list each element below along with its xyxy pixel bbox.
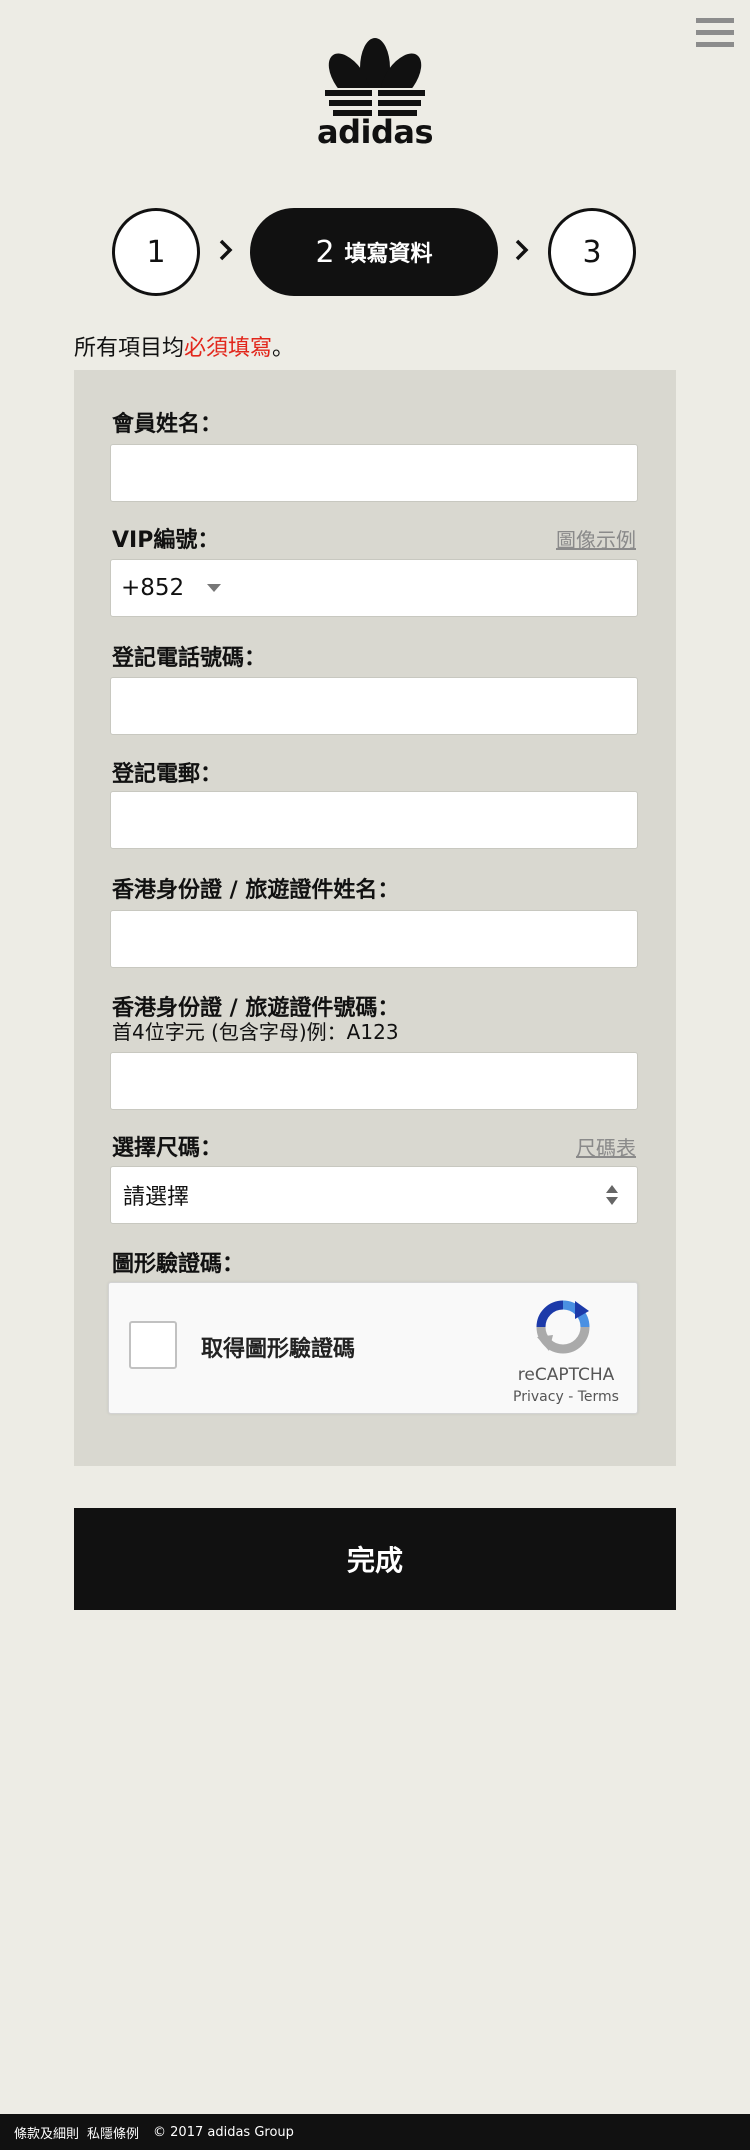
registration-form: 會員姓名： VIP編號： 圖像示例 +852 登記電話號碼： 登記電郵： 香港身… — [74, 370, 676, 1466]
member-name-label: 會員姓名： — [112, 412, 223, 437]
phone-label: 登記電話號碼： — [112, 646, 267, 671]
size-label: 選擇尺碼： — [112, 1136, 223, 1161]
size-select[interactable]: 請選擇 — [110, 1166, 638, 1224]
footer-terms-link[interactable]: 條款及細則 — [14, 2123, 79, 2142]
notice-suffix: 。 — [272, 336, 295, 361]
step-1: 1 — [112, 208, 200, 296]
footer-copyright: © 2017 adidas Group — [153, 2124, 294, 2140]
country-code-select[interactable]: +852 — [121, 560, 222, 616]
recaptcha-logo-icon — [536, 1300, 590, 1354]
phone-field[interactable] — [110, 677, 638, 735]
country-code-value: +852 — [121, 575, 185, 601]
recaptcha-link-separator: - — [563, 1389, 578, 1405]
size-select-value: 請選擇 — [123, 1185, 190, 1210]
recaptcha-brand: reCAPTCHA — [517, 1365, 615, 1385]
step-3: 3 — [548, 208, 636, 296]
id-number-hint: 首4位字元 (包含字母)例：A123 — [112, 1020, 399, 1044]
trefoil-icon — [319, 38, 431, 116]
step-2-number: 2 — [315, 234, 335, 270]
submit-button[interactable]: 完成 — [74, 1508, 676, 1610]
member-name-field[interactable] — [110, 444, 638, 502]
email-field[interactable] — [110, 791, 638, 849]
vip-number-field[interactable]: +852 — [110, 559, 638, 617]
id-number-field[interactable] — [110, 1052, 638, 1110]
recaptcha-widget: 取得圖形驗證碼 reCAPTCHA Privacy - Terms — [108, 1282, 638, 1414]
brand-wordmark: adidas — [316, 113, 434, 151]
required-notice: 所有項目均必須填寫。 — [74, 330, 294, 362]
size-chart-link[interactable]: 尺碼表 — [576, 1132, 636, 1161]
vip-example-link[interactable]: 圖像示例 — [556, 524, 636, 553]
step-2-active: 2 填寫資料 — [250, 208, 498, 296]
captcha-checkbox[interactable] — [129, 1321, 177, 1369]
recaptcha-terms-link[interactable]: Terms — [578, 1389, 619, 1405]
chevron-right-icon — [216, 236, 236, 264]
caret-down-icon — [207, 584, 222, 592]
notice-prefix: 所有項目均 — [74, 336, 185, 361]
email-label: 登記電郵： — [112, 762, 223, 787]
hamburger-menu-icon[interactable] — [696, 18, 734, 52]
footer: 條款及細則 私隱條例 © 2017 adidas Group — [0, 2114, 750, 2150]
captcha-label: 圖形驗證碼： — [112, 1252, 245, 1277]
adidas-logo: adidas — [312, 38, 438, 156]
step-2-label: 填寫資料 — [344, 242, 433, 267]
select-sort-icon — [606, 1185, 618, 1205]
vip-number-label: VIP編號： — [112, 528, 220, 553]
footer-privacy-link[interactable]: 私隱條例 — [87, 2123, 139, 2142]
recaptcha-links: Privacy - Terms — [504, 1389, 628, 1405]
notice-required: 必須填寫 — [184, 336, 273, 361]
recaptcha-privacy-link[interactable]: Privacy — [513, 1389, 564, 1405]
progress-stepper: 1 2 填寫資料 3 — [0, 206, 750, 296]
id-name-field[interactable] — [110, 910, 638, 968]
chevron-right-icon — [512, 236, 532, 264]
id-name-label: 香港身份證 / 旅遊證件姓名： — [112, 878, 400, 903]
captcha-checkbox-label: 取得圖形驗證碼 — [201, 1337, 356, 1362]
